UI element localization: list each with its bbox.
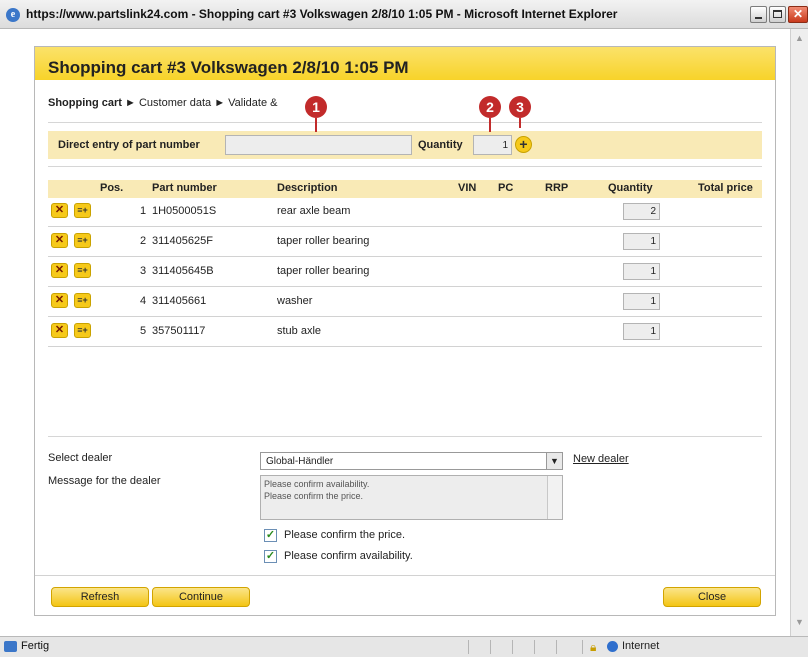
- lock-icon: 🔒︎: [590, 640, 597, 654]
- delete-row-icon[interactable]: ✕: [51, 233, 68, 248]
- message-line: Please confirm availability.: [264, 479, 370, 489]
- row-quantity-input[interactable]: 2: [623, 203, 660, 220]
- row-description: taper roller bearing: [277, 265, 370, 277]
- ie-logo-icon: e: [6, 8, 20, 22]
- direct-entry-bar: Direct entry of part number Quantity 1 +: [48, 131, 762, 159]
- callout-3: 3: [509, 96, 531, 128]
- col-part-number: Part number: [152, 182, 217, 194]
- security-zone: Internet: [622, 640, 660, 652]
- confirm-availability-label: Please confirm availability.: [284, 550, 413, 562]
- scroll-down-icon[interactable]: ▼: [793, 617, 806, 631]
- col-description: Description: [277, 182, 338, 194]
- breadcrumb-arrow-icon: ►: [214, 97, 229, 109]
- add-part-button[interactable]: +: [515, 136, 532, 153]
- confirm-price-label: Please confirm the price.: [284, 529, 406, 541]
- status-text: Fertig: [21, 640, 50, 652]
- row-part-number: 311405625F: [152, 235, 213, 247]
- col-rrp: RRP: [545, 182, 569, 194]
- table-row: ✕ ≡+ 3 311405645B taper roller bearing 1: [48, 257, 762, 287]
- row-part-number: 357501117: [152, 325, 206, 337]
- continue-button[interactable]: Continue: [152, 587, 250, 607]
- delete-row-icon[interactable]: ✕: [51, 293, 68, 308]
- confirm-availability-checkbox[interactable]: ✓: [264, 550, 277, 563]
- edit-row-icon[interactable]: ≡+: [74, 203, 91, 218]
- edit-row-icon[interactable]: ≡+: [74, 233, 91, 248]
- shopping-cart-dialog: Shopping cart #3 Volkswagen 2/8/10 1:05 …: [34, 46, 776, 616]
- callout-1: 1: [305, 96, 327, 132]
- close-button[interactable]: Close: [663, 587, 761, 607]
- confirm-price-checkbox[interactable]: ✓: [264, 529, 277, 542]
- table-row: ✕ ≡+ 2 311405625F taper roller bearing 1: [48, 227, 762, 257]
- dialog-header: Shopping cart #3 Volkswagen 2/8/10 1:05 …: [35, 47, 775, 93]
- select-dealer-label: Select dealer: [48, 452, 113, 464]
- new-dealer-link[interactable]: New dealer: [573, 453, 629, 465]
- page-scrollbar[interactable]: ▲ ▼: [790, 29, 808, 636]
- page-icon: [4, 641, 17, 652]
- row-pos: 4: [140, 295, 147, 307]
- row-quantity-input[interactable]: 1: [623, 233, 660, 250]
- breadcrumb: Shopping cart ► Customer data ► Validate…: [48, 97, 277, 109]
- row-pos: 2: [140, 235, 147, 247]
- table-row: ✕ ≡+ 4 311405661 washer 1: [48, 287, 762, 317]
- status-bar: Fertig 🔒︎ Internet: [0, 636, 808, 657]
- globe-icon: [607, 641, 618, 652]
- dealer-selected-value: Global-Händler: [266, 456, 334, 467]
- col-pc: PC: [498, 182, 514, 194]
- row-part-number: 311405645B: [152, 265, 214, 277]
- close-window-button[interactable]: [788, 6, 808, 23]
- maximize-button[interactable]: [769, 6, 786, 23]
- breadcrumb-step-validate[interactable]: Validate &: [228, 97, 277, 109]
- delete-row-icon[interactable]: ✕: [51, 203, 68, 218]
- part-number-input[interactable]: [225, 135, 412, 155]
- callout-2: 2: [479, 96, 501, 132]
- minimize-button[interactable]: [750, 6, 767, 23]
- row-pos: 3: [140, 265, 147, 277]
- message-line: Please confirm the price.: [264, 491, 364, 501]
- edit-row-icon[interactable]: ≡+: [74, 323, 91, 338]
- row-pos: 5: [140, 325, 147, 337]
- scroll-up-icon[interactable]: ▲: [793, 33, 806, 47]
- dealer-select[interactable]: Global-Händler ▼: [260, 452, 563, 470]
- parts-table-header: Pos. Part number Description VIN PC RRP …: [48, 180, 762, 198]
- chevron-down-icon[interactable]: ▼: [546, 453, 562, 469]
- dealer-message-textarea[interactable]: Please confirm availability. Please conf…: [260, 475, 563, 520]
- delete-row-icon[interactable]: ✕: [51, 263, 68, 278]
- row-quantity-input[interactable]: 1: [623, 263, 660, 280]
- edit-row-icon[interactable]: ≡+: [74, 263, 91, 278]
- direct-entry-label: Direct entry of part number: [58, 139, 200, 151]
- table-row: ✕ ≡+ 1 1H0500051S rear axle beam 2: [48, 197, 762, 227]
- quantity-label: Quantity: [418, 139, 463, 151]
- divider: [48, 166, 762, 167]
- row-part-number: 1H0500051S: [152, 205, 217, 217]
- col-vin: VIN: [458, 182, 477, 194]
- row-part-number: 311405661: [152, 295, 207, 307]
- col-total-price: Total price: [698, 182, 753, 194]
- textarea-scrollbar[interactable]: [547, 476, 562, 519]
- refresh-button[interactable]: Refresh: [51, 587, 149, 607]
- table-row: ✕ ≡+ 5 357501117 stub axle 1: [48, 317, 762, 347]
- dialog-footer: Refresh Continue Close: [35, 575, 775, 616]
- breadcrumb-step-customer[interactable]: Customer data: [139, 97, 211, 109]
- row-description: rear axle beam: [277, 205, 351, 217]
- row-description: stub axle: [277, 325, 322, 337]
- window-title-bar: e https://www.partslink24.com - Shopping…: [0, 0, 808, 29]
- row-quantity-input[interactable]: 1: [623, 323, 660, 340]
- row-pos: 1: [140, 205, 147, 217]
- breadcrumb-current: Shopping cart: [48, 97, 122, 109]
- quantity-input[interactable]: 1: [473, 135, 512, 155]
- col-quantity: Quantity: [608, 182, 653, 194]
- col-pos: Pos.: [100, 182, 124, 194]
- row-quantity-input[interactable]: 1: [623, 293, 660, 310]
- message-label: Message for the dealer: [48, 475, 161, 487]
- breadcrumb-arrow-icon: ►: [125, 97, 139, 109]
- row-description: washer: [277, 295, 313, 307]
- edit-row-icon[interactable]: ≡+: [74, 293, 91, 308]
- divider: [48, 122, 762, 123]
- divider: [48, 436, 762, 437]
- window-title: https://www.partslink24.com - Shopping c…: [26, 7, 618, 21]
- row-description: taper roller bearing: [277, 235, 370, 247]
- delete-row-icon[interactable]: ✕: [51, 323, 68, 338]
- dialog-title: Shopping cart #3 Volkswagen 2/8/10 1:05 …: [48, 58, 409, 77]
